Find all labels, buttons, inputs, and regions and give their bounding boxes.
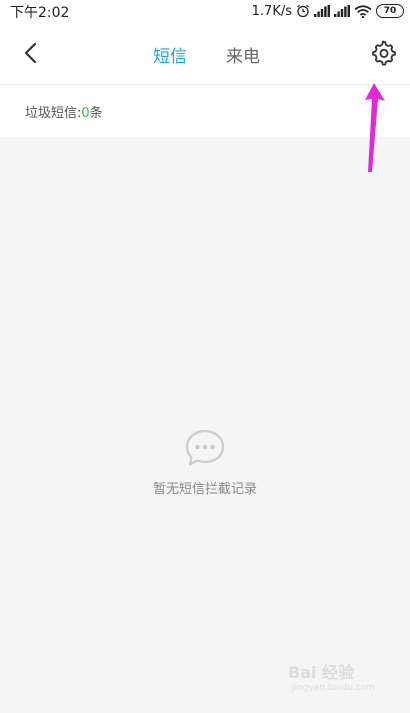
net-speed: 1.7K/s xyxy=(251,3,292,19)
watermark-url: jingyan.baidu.com xyxy=(292,683,376,693)
spam-count-row[interactable]: 垃圾短信:0条 xyxy=(0,85,410,137)
wifi-icon xyxy=(354,4,372,18)
spam-count: 0 xyxy=(81,106,90,121)
tab-sms[interactable]: 短信 xyxy=(153,42,187,67)
status-indicators: 1.7K/s 70 xyxy=(252,2,404,20)
header-bar: 短信 来电 xyxy=(0,22,410,85)
spam-count-text: 垃圾短信:0条 xyxy=(25,102,103,121)
annotation-arrow-icon xyxy=(365,83,385,172)
empty-state-text: 暂无短信拦截记录 xyxy=(152,482,257,497)
status-time: 下午2:02 xyxy=(10,5,70,21)
tab-bar: 短信 来电 xyxy=(0,22,410,84)
spam-label: 垃圾短信: xyxy=(25,106,82,121)
empty-state: 暂无短信拦截记录 xyxy=(0,428,410,497)
watermark: Bai 经验 jingyan.baidu.com xyxy=(288,653,384,697)
alarm-icon xyxy=(297,4,309,18)
battery-icon: 70 xyxy=(376,4,404,18)
tab-calls[interactable]: 来电 xyxy=(226,42,260,67)
chat-bubble-icon xyxy=(185,429,225,466)
watermark-logo: Bai 经验 xyxy=(288,663,355,682)
spam-unit: 条 xyxy=(89,106,103,121)
gear-icon[interactable] xyxy=(370,40,396,66)
status-bar: 下午2:02 1.7K/s 70 xyxy=(0,0,410,22)
signal-icon xyxy=(314,5,330,17)
signal-icon xyxy=(334,5,350,17)
